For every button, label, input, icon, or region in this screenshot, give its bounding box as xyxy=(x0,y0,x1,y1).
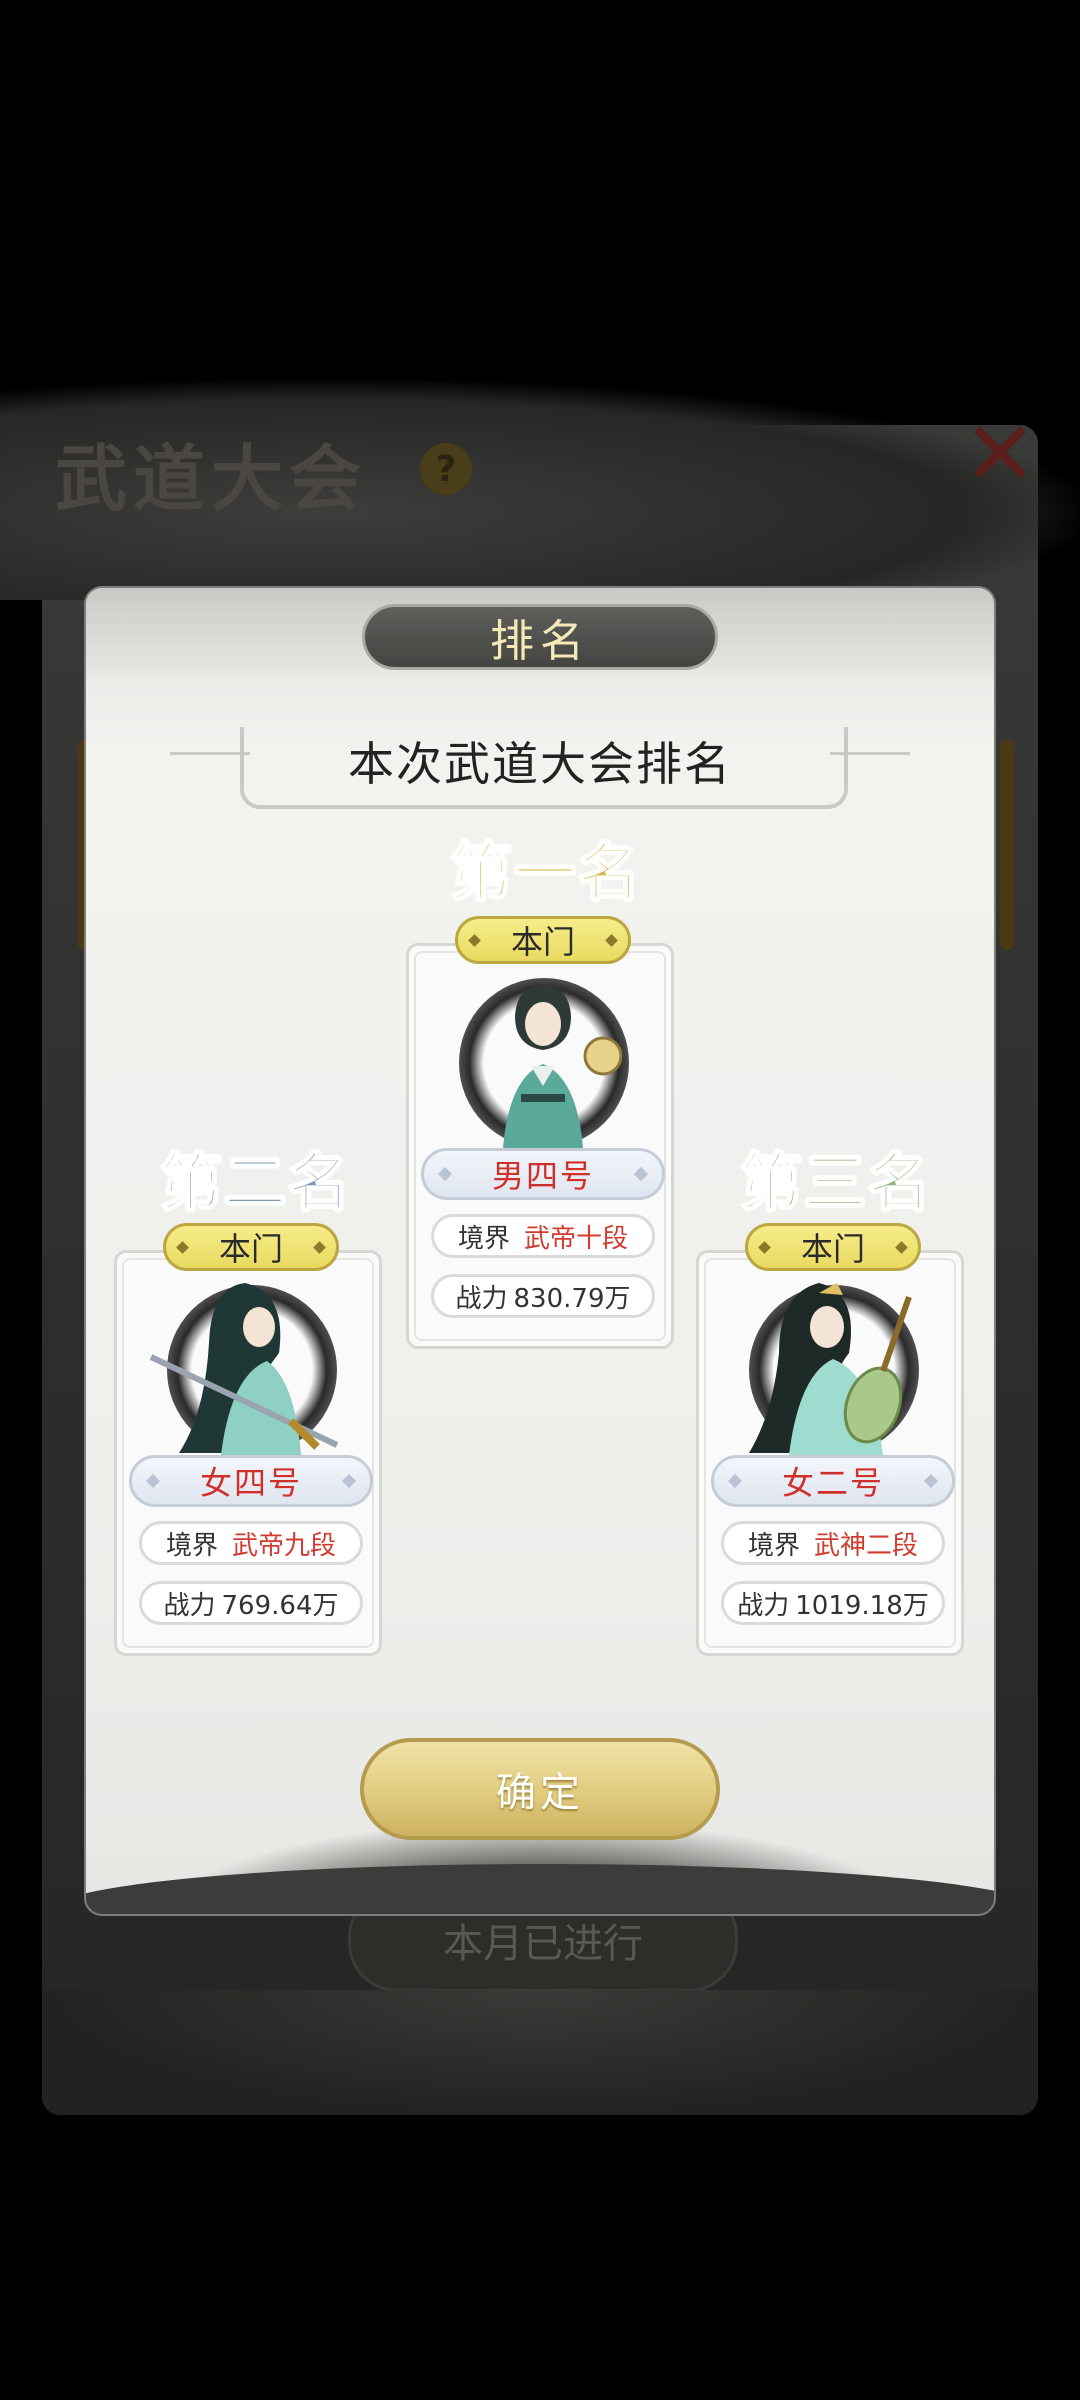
power-value: 769.64万 xyxy=(221,1590,339,1621)
first-place-card[interactable]: 本门 男四号 境界 武帝十段 战力 830.79万 xyxy=(406,916,674,1349)
second-place-name: 女四号 xyxy=(129,1455,373,1507)
power-label: 战力 xyxy=(163,1590,216,1621)
realm-value: 武帝十段 xyxy=(524,1223,629,1254)
background-gold-strip xyxy=(1000,740,1014,950)
second-place-power: 战力 769.64万 xyxy=(139,1581,363,1625)
female-swordswoman-portrait xyxy=(141,1275,361,1455)
first-place-title: 第一名 xyxy=(449,835,643,910)
realm-value: 武帝九段 xyxy=(232,1530,337,1561)
background-title: 武道大会 xyxy=(55,436,368,521)
subtitle-ornament-line xyxy=(170,752,250,755)
third-place-card[interactable]: 本门 女二号 境界 武神二段 战力 1019.18万 xyxy=(696,1223,964,1656)
help-icon[interactable]: ? xyxy=(420,443,472,495)
dialog-subtitle: 本次武道大会排名 xyxy=(348,737,732,791)
second-place-realm: 境界 武帝九段 xyxy=(139,1521,363,1565)
realm-label: 境界 xyxy=(747,1530,800,1561)
third-place-name: 女二号 xyxy=(711,1455,955,1507)
third-place-title: 第三名 xyxy=(739,1145,933,1220)
second-place-sect-tag: 本门 xyxy=(163,1223,339,1271)
power-value: 1019.18万 xyxy=(795,1590,929,1621)
background-bottom-wave xyxy=(42,1990,1038,2115)
realm-label: 境界 xyxy=(165,1530,218,1561)
second-place-title: 第二名 xyxy=(159,1145,353,1220)
third-place-power: 战力 1019.18万 xyxy=(721,1581,945,1625)
third-place-realm: 境界 武神二段 xyxy=(721,1521,945,1565)
male-swordsman-portrait xyxy=(433,968,653,1148)
female-pipa-player-portrait xyxy=(723,1275,943,1455)
realm-value: 武神二段 xyxy=(814,1530,919,1561)
power-value: 830.79万 xyxy=(513,1283,631,1314)
first-place-sect-tag: 本门 xyxy=(455,916,631,964)
confirm-button[interactable]: 确定 xyxy=(360,1738,720,1840)
first-place-name: 男四号 xyxy=(421,1148,665,1200)
power-label: 战力 xyxy=(455,1283,508,1314)
third-place-sect-tag: 本门 xyxy=(745,1223,921,1271)
first-place-realm: 境界 武帝十段 xyxy=(431,1214,655,1258)
close-icon[interactable]: ✕ xyxy=(955,410,1045,500)
first-place-power: 战力 830.79万 xyxy=(431,1274,655,1318)
dialog-header: 排名 xyxy=(362,604,718,670)
realm-label: 境界 xyxy=(457,1223,510,1254)
power-label: 战力 xyxy=(737,1590,790,1621)
second-place-card[interactable]: 本门 女四号 境界 武帝九段 战力 769.64万 xyxy=(114,1223,382,1656)
